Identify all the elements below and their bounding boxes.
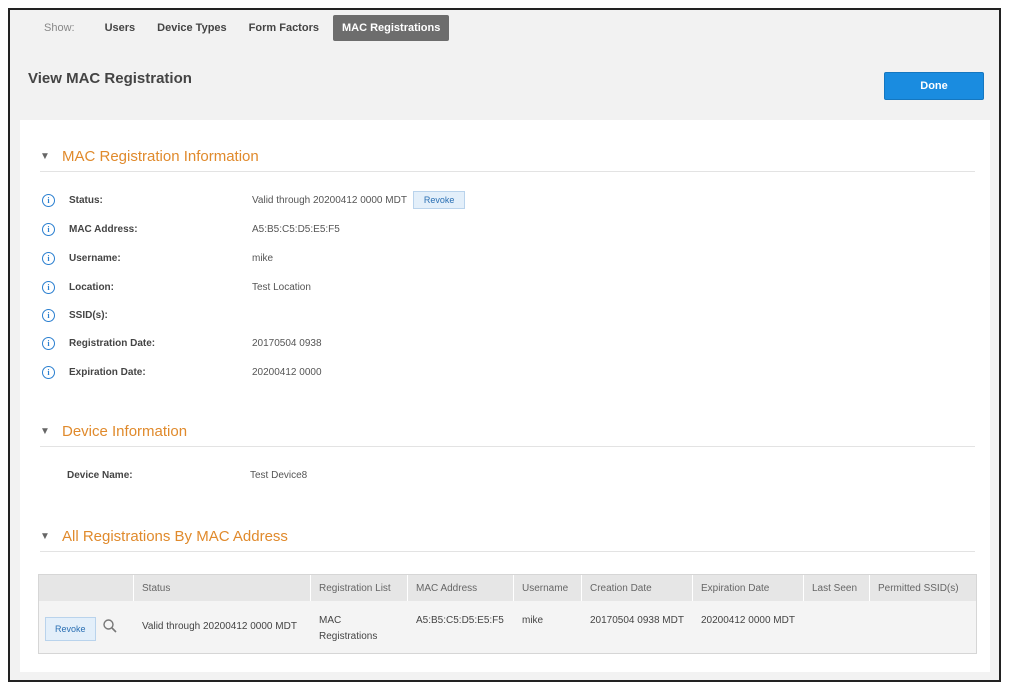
field-registration-date: i Registration Date: 20170504 0938	[40, 335, 322, 351]
table-row: Revoke Valid through 20200412 0000 MDT M…	[39, 601, 976, 653]
actions-cell: Revoke	[39, 601, 134, 653]
permitted-ssids-cell	[870, 601, 976, 653]
tab-form-factors[interactable]: Form Factors	[241, 16, 327, 40]
column-header[interactable]: Permitted SSID(s)	[870, 575, 976, 601]
field-label: Username:	[69, 252, 121, 264]
column-header[interactable]: Status	[134, 575, 311, 601]
field-mac-address: i MAC Address: A5:B5:C5:D5:E5:F5	[40, 221, 340, 237]
device-info-title: Device Information	[62, 423, 188, 440]
field-label: MAC Address:	[69, 223, 138, 235]
column-header[interactable]: Registration List	[311, 575, 408, 601]
chevron-down-icon[interactable]: ▼	[40, 531, 62, 542]
info-icon[interactable]: i	[42, 222, 55, 236]
info-icon[interactable]: i	[42, 251, 55, 265]
field-label: Location:	[69, 281, 114, 293]
all-registrations-section-header[interactable]: ▼ All Registrations By MAC Address	[40, 528, 975, 552]
registration-list-line: Registrations	[319, 631, 378, 642]
info-icon[interactable]: i	[42, 336, 55, 350]
field-label: SSID(s):	[69, 309, 108, 321]
field-location: i Location: Test Location	[40, 279, 311, 295]
revoke-button[interactable]: Revoke	[412, 191, 466, 209]
field-value: mike	[252, 252, 274, 264]
chevron-down-icon[interactable]: ▼	[40, 426, 62, 437]
row-revoke-button[interactable]: Revoke	[45, 617, 96, 641]
chevron-down-icon[interactable]: ▼	[40, 151, 62, 162]
column-header[interactable]: Creation Date	[582, 575, 693, 601]
status-cell: Valid through 20200412 0000 MDT	[142, 621, 297, 632]
field-expiration-date: i Expiration Date: 20200412 0000	[40, 364, 322, 380]
info-icon[interactable]: i	[42, 193, 55, 207]
device-info-section-header[interactable]: ▼ Device Information	[40, 423, 975, 447]
show-label: Show:	[44, 22, 75, 34]
all-registrations-title: All Registrations By MAC Address	[62, 528, 288, 545]
registrations-table: Status Registration List MAC Address Use…	[38, 574, 977, 654]
field-value: 20170504 0938	[252, 337, 322, 349]
field-label: Status:	[69, 194, 103, 206]
creation-date-cell: 20170504 0938 MDT	[590, 615, 684, 626]
username-cell: mike	[522, 615, 544, 626]
mac-info-section-header[interactable]: ▼ MAC Registration Information	[40, 148, 975, 172]
tab-device-types[interactable]: Device Types	[149, 16, 235, 40]
field-value: Test Location	[252, 281, 311, 293]
top-navigation: Show: Users Device Types Form Factors MA…	[10, 10, 999, 46]
field-device-name: Device Name: Test Device8	[67, 467, 307, 483]
mac-address-cell: A5:B5:C5:D5:E5:F5	[416, 615, 504, 626]
registration-list-cell: MAC Registrations	[311, 601, 408, 653]
info-icon[interactable]: i	[42, 365, 55, 379]
column-header[interactable]: MAC Address	[408, 575, 514, 601]
field-label: Expiration Date:	[69, 366, 146, 378]
field-value: 20200412 0000	[252, 366, 322, 378]
field-value: Valid through 20200412 0000 MDT	[252, 194, 407, 206]
field-value: A5:B5:C5:D5:E5:F5	[252, 223, 340, 235]
tab-mac-registrations[interactable]: MAC Registrations	[332, 15, 450, 41]
column-header	[39, 575, 134, 601]
column-header[interactable]: Last Seen	[804, 575, 870, 601]
field-username: i Username: mike	[40, 250, 273, 266]
field-label: Registration Date:	[69, 337, 156, 349]
done-button[interactable]: Done	[884, 72, 984, 100]
field-ssids: i SSID(s):	[40, 307, 252, 323]
tab-users[interactable]: Users	[97, 16, 144, 40]
info-icon[interactable]: i	[42, 308, 55, 322]
field-status: i Status: Valid through 20200412 0000 MD…	[40, 191, 466, 209]
search-icon[interactable]	[102, 618, 118, 634]
page-title: View MAC Registration	[28, 70, 192, 87]
last-seen-cell	[804, 601, 870, 653]
content-panel: ▼ MAC Registration Information i Status:…	[20, 120, 990, 672]
expiration-date-cell: 20200412 0000 MDT	[701, 615, 795, 626]
registration-list-line: MAC	[319, 615, 342, 626]
field-label: Device Name:	[67, 469, 133, 481]
info-icon[interactable]: i	[42, 280, 55, 294]
table-header: Status Registration List MAC Address Use…	[39, 575, 976, 601]
mac-info-title: MAC Registration Information	[62, 148, 259, 165]
app-frame: Show: Users Device Types Form Factors MA…	[8, 8, 1001, 682]
column-header[interactable]: Username	[514, 575, 582, 601]
field-value: Test Device8	[250, 469, 308, 481]
column-header[interactable]: Expiration Date	[693, 575, 804, 601]
